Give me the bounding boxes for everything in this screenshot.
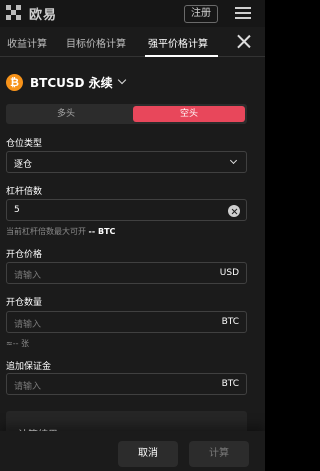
- tab-liquidation-price[interactable]: 强平价格计算: [148, 35, 208, 50]
- close-icon[interactable]: [236, 34, 251, 49]
- bitcoin-icon: ₿: [6, 73, 23, 91]
- margin-mode-select[interactable]: 逐仓: [6, 151, 247, 173]
- hamburger-menu-icon[interactable]: [235, 7, 251, 20]
- chevron-down-icon: [229, 156, 238, 165]
- pair-label: BTCUSD 永续: [30, 75, 113, 90]
- open-qty-unit: BTC: [221, 317, 239, 327]
- open-qty-placeholder: 请输入: [14, 320, 42, 330]
- open-price-label: 开仓价格: [6, 250, 43, 260]
- margin-mode-label: 仓位类型: [6, 139, 43, 149]
- leverage-value: 5: [14, 205, 20, 215]
- add-margin-placeholder: 请输入: [14, 382, 42, 392]
- add-margin-label: 追加保证金: [6, 362, 52, 372]
- margin-mode-value: 逐仓: [14, 160, 33, 170]
- logo[interactable]: 欧易: [6, 5, 58, 23]
- calculate-button[interactable]: 计算: [189, 441, 249, 467]
- open-price-placeholder: 请输入: [14, 271, 42, 281]
- leverage-hint-prefix: 当前杠杆倍数最大可开: [6, 227, 86, 236]
- logo-text: 欧易: [29, 7, 58, 23]
- leverage-hint-value: -- BTC: [88, 227, 116, 236]
- clear-icon[interactable]: [228, 205, 240, 217]
- leverage-label: 杠杆倍数: [6, 187, 43, 197]
- open-qty-label: 开仓数量: [6, 298, 43, 308]
- leverage-hint: 当前杠杆倍数最大可开 -- BTC: [6, 226, 115, 237]
- okx-logo-icon: [6, 5, 26, 21]
- chevron-down-icon: [117, 75, 126, 85]
- tab-pnl[interactable]: 收益计算: [7, 35, 47, 50]
- add-margin-unit: BTC: [221, 379, 239, 389]
- calculator-tabs: 收益计算 目标价格计算 强平价格计算: [0, 27, 265, 57]
- open-qty-input[interactable]: 请输入 BTC: [6, 311, 247, 333]
- action-bar: 取消 计算: [0, 431, 265, 471]
- open-qty-hint: ≈-- 张: [6, 339, 30, 348]
- leverage-input[interactable]: 5: [6, 199, 247, 221]
- open-price-unit: USD: [219, 268, 239, 278]
- long-button[interactable]: 多头: [6, 104, 126, 124]
- add-margin-input[interactable]: 请输入 BTC: [6, 373, 247, 395]
- open-price-input[interactable]: 请输入 USD: [6, 262, 247, 284]
- active-tab-indicator: [145, 55, 218, 57]
- short-button[interactable]: 空头: [133, 106, 245, 122]
- direction-toggle: 多头 空头: [6, 104, 247, 124]
- register-button[interactable]: 注册: [184, 5, 218, 23]
- cancel-button[interactable]: 取消: [118, 441, 178, 467]
- liquidation-calculator-panel: 收益计算 目标价格计算 强平价格计算 ₿ BTCUSD 永续 多头 空头 仓位类…: [0, 27, 265, 471]
- top-bar: 欧易 注册: [0, 0, 265, 27]
- pair-selector[interactable]: ₿ BTCUSD 永续: [6, 73, 126, 91]
- tab-target-price[interactable]: 目标价格计算: [66, 35, 126, 50]
